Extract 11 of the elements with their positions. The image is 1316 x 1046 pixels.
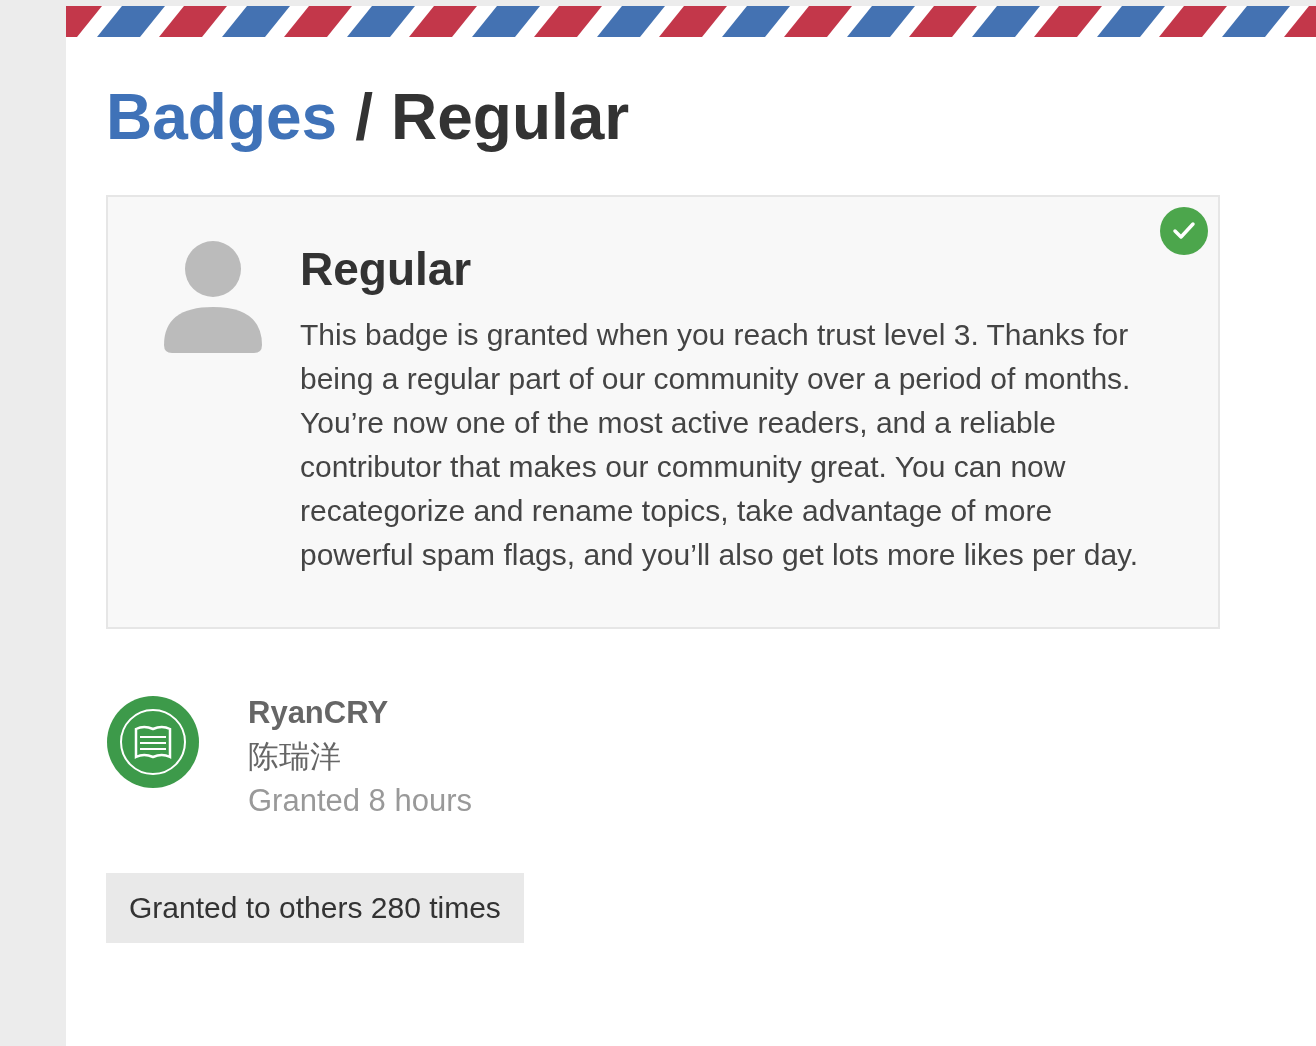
username[interactable]: RyanCRY [248,691,473,735]
user-icon [164,241,262,353]
badge-description: This badge is granted when you reach trust level 3. Thanks for being a regular part of our community over a period of months. You’re now one of the most active readers, and a reliable contributor that makes our community great. You can now recategorize and rename topics, take advantage of more powerful spam flags, and you’ll also get lots more likes per day. [300,317,1140,573]
breadcrumb-separator: / [355,80,373,155]
granted-to-others-button[interactable]: Granted to others 280 times [106,873,524,943]
page-title: Regular [390,80,630,155]
badge-title: Regular [300,242,473,297]
badges-link[interactable]: Badges [106,77,338,157]
granted-time: Granted 8 hours [248,782,473,820]
avatar-logo-icon[interactable] [106,695,200,789]
user-full-name: 陈瑞洋 [248,738,342,776]
